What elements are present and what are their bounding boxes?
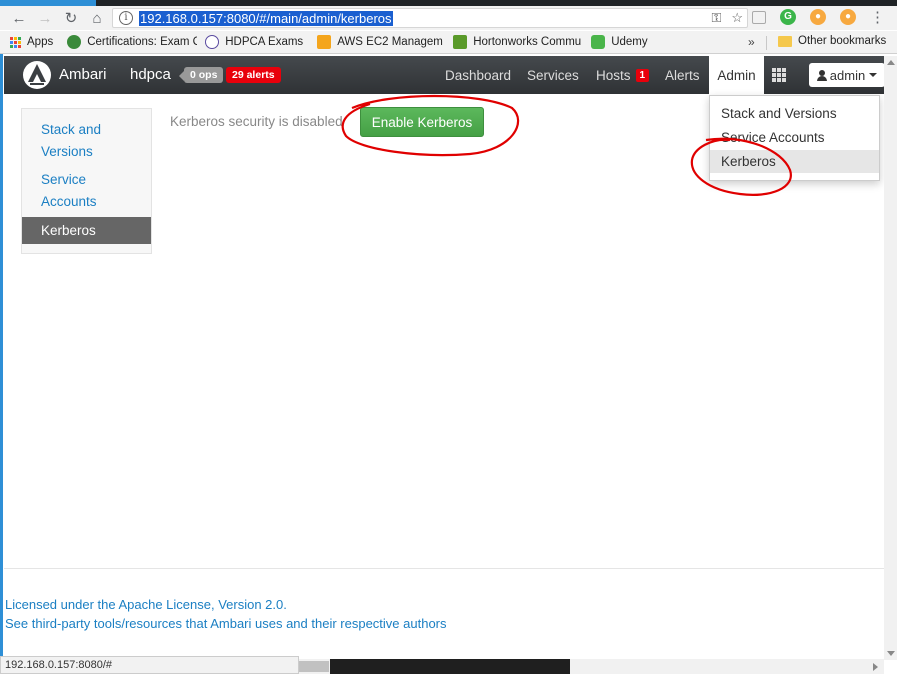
- nav-hosts-label: Hosts: [596, 67, 631, 83]
- other-bookmarks-label: Other bookmarks: [798, 35, 887, 47]
- admin-dropdown-menu: Stack and Versions Service Accounts Kerb…: [709, 95, 880, 181]
- brand-name[interactable]: Ambari: [59, 66, 107, 83]
- bookmark-star-icon[interactable]: ☆: [731, 10, 743, 26]
- nav-hosts[interactable]: Hosts 1: [596, 56, 650, 94]
- address-bar[interactable]: i 192.168.0.157:8080/#/main/admin/kerber…: [112, 8, 748, 28]
- other-bookmarks[interactable]: Other bookmarks: [778, 35, 886, 47]
- browser-menu-icon[interactable]: ⋮: [870, 8, 885, 26]
- elephant-icon: [67, 35, 82, 49]
- aws-box-icon: [317, 35, 332, 49]
- bookmark-label: Hortonworks Commu: [473, 36, 582, 48]
- third-party-link[interactable]: See third-party tools/resources that Amb…: [5, 616, 447, 631]
- sidebar-item-label: Service: [41, 172, 87, 187]
- user-name: admin: [829, 67, 866, 83]
- user-menu-button[interactable]: admin: [809, 63, 885, 87]
- caret-down-icon: [869, 73, 878, 77]
- sidebar-item-label: Versions: [41, 144, 93, 159]
- bookmark-certifications[interactable]: Certifications: Exam C: [67, 35, 197, 49]
- enable-kerberos-button[interactable]: Enable Kerberos: [360, 107, 484, 137]
- apps-grid-icon: [10, 36, 21, 48]
- dropdown-item-kerberos[interactable]: Kerberos: [710, 150, 879, 173]
- ambari-logo-icon[interactable]: [22, 60, 52, 90]
- extension-grammarly-icon[interactable]: G: [780, 9, 796, 25]
- key-icon[interactable]: ⚿: [711, 10, 721, 26]
- footer-divider: [4, 568, 884, 569]
- license-link[interactable]: Licensed under the Apache License, Versi…: [5, 597, 287, 612]
- ambari-top-nav: Ambari hdpca 0 ops 29 alerts Dashboard S…: [4, 56, 885, 94]
- extension-screenshot-icon[interactable]: [752, 10, 766, 24]
- sidebar-item-service-accounts[interactable]: Service Accounts: [22, 169, 151, 213]
- forward-arrow-icon[interactable]: →: [34, 7, 56, 29]
- extension-fox-icon[interactable]: ●: [810, 9, 826, 25]
- hortonworks-icon: [453, 35, 468, 49]
- bookmark-label: Udemy: [611, 36, 648, 48]
- url-text[interactable]: 192.168.0.157:8080/#/main/admin/kerberos: [139, 10, 393, 26]
- kerberos-status-text: Kerberos security is disabled: [170, 114, 343, 129]
- dropdown-item-service-accounts[interactable]: Service Accounts: [710, 126, 879, 149]
- more-bookmarks-chevron[interactable]: »: [748, 35, 755, 49]
- hosts-count-badge: 1: [635, 68, 650, 82]
- window-left-border: [0, 54, 3, 674]
- vertical-scrollbar[interactable]: [884, 56, 897, 660]
- views-grid-icon[interactable]: [772, 68, 786, 82]
- bookmarks-separator: [766, 36, 767, 50]
- bookmark-hortonworks[interactable]: Hortonworks Commu: [453, 35, 581, 49]
- status-bar-url: 192.168.0.157:8080/#: [0, 656, 299, 674]
- horizontal-scrollbar[interactable]: [299, 659, 884, 674]
- nav-admin[interactable]: Admin: [709, 56, 764, 94]
- udemy-badge-icon: [205, 35, 220, 49]
- dropdown-item-stack-versions[interactable]: Stack and Versions: [710, 102, 879, 125]
- bookmark-udemy[interactable]: Udemy: [591, 35, 648, 49]
- sidebar-item-label: Kerberos: [41, 223, 96, 238]
- bookmark-label: Apps: [27, 36, 54, 48]
- bookmarks-bar: Apps Certifications: Exam C HDPCA Exams …: [0, 31, 897, 54]
- alerts-badge[interactable]: 29 alerts: [226, 67, 281, 83]
- back-arrow-icon[interactable]: ←: [8, 7, 30, 29]
- folder-icon: [778, 35, 792, 47]
- bookmark-aws-ec2[interactable]: AWS EC2 Manageme: [317, 35, 443, 49]
- nav-services[interactable]: Services: [527, 56, 579, 94]
- bookmark-apps[interactable]: Apps: [10, 36, 53, 48]
- scroll-right-icon[interactable]: [873, 663, 878, 671]
- bookmark-label: AWS EC2 Manageme: [337, 36, 444, 48]
- nav-dashboard[interactable]: Dashboard: [445, 56, 511, 94]
- sidebar-item-kerberos[interactable]: Kerberos: [22, 217, 151, 244]
- admin-sidebar: Stack and Versions Service Accounts Kerb…: [21, 108, 152, 254]
- scroll-track-dark: [330, 659, 570, 674]
- sidebar-item-label: Stack and: [41, 122, 102, 137]
- user-icon: [816, 69, 827, 81]
- sidebar-item-stack-versions[interactable]: Stack and Versions: [22, 119, 151, 163]
- home-icon[interactable]: ⌂: [86, 7, 108, 29]
- extension-fox2-icon[interactable]: ●: [840, 9, 856, 25]
- nav-alerts[interactable]: Alerts: [665, 56, 700, 94]
- browser-toolbar: ← → ↻ ⌂ i 192.168.0.157:8080/#/main/admi…: [0, 6, 897, 30]
- ops-badge[interactable]: 0 ops: [178, 67, 224, 83]
- site-info-icon[interactable]: i: [119, 11, 133, 25]
- bookmark-label: Certifications: Exam C: [87, 36, 198, 48]
- scroll-thumb[interactable]: [299, 661, 329, 672]
- scroll-down-icon[interactable]: [887, 651, 895, 656]
- scroll-up-icon[interactable]: [887, 60, 895, 65]
- bookmark-label: HDPCA Exams: [225, 36, 304, 48]
- udemy-u-icon: [591, 35, 606, 49]
- bookmark-hdpca-exams[interactable]: HDPCA Exams: [205, 35, 303, 49]
- reload-icon[interactable]: ↻: [60, 7, 82, 29]
- cluster-name[interactable]: hdpca: [130, 66, 171, 83]
- sidebar-item-label: Accounts: [41, 194, 97, 209]
